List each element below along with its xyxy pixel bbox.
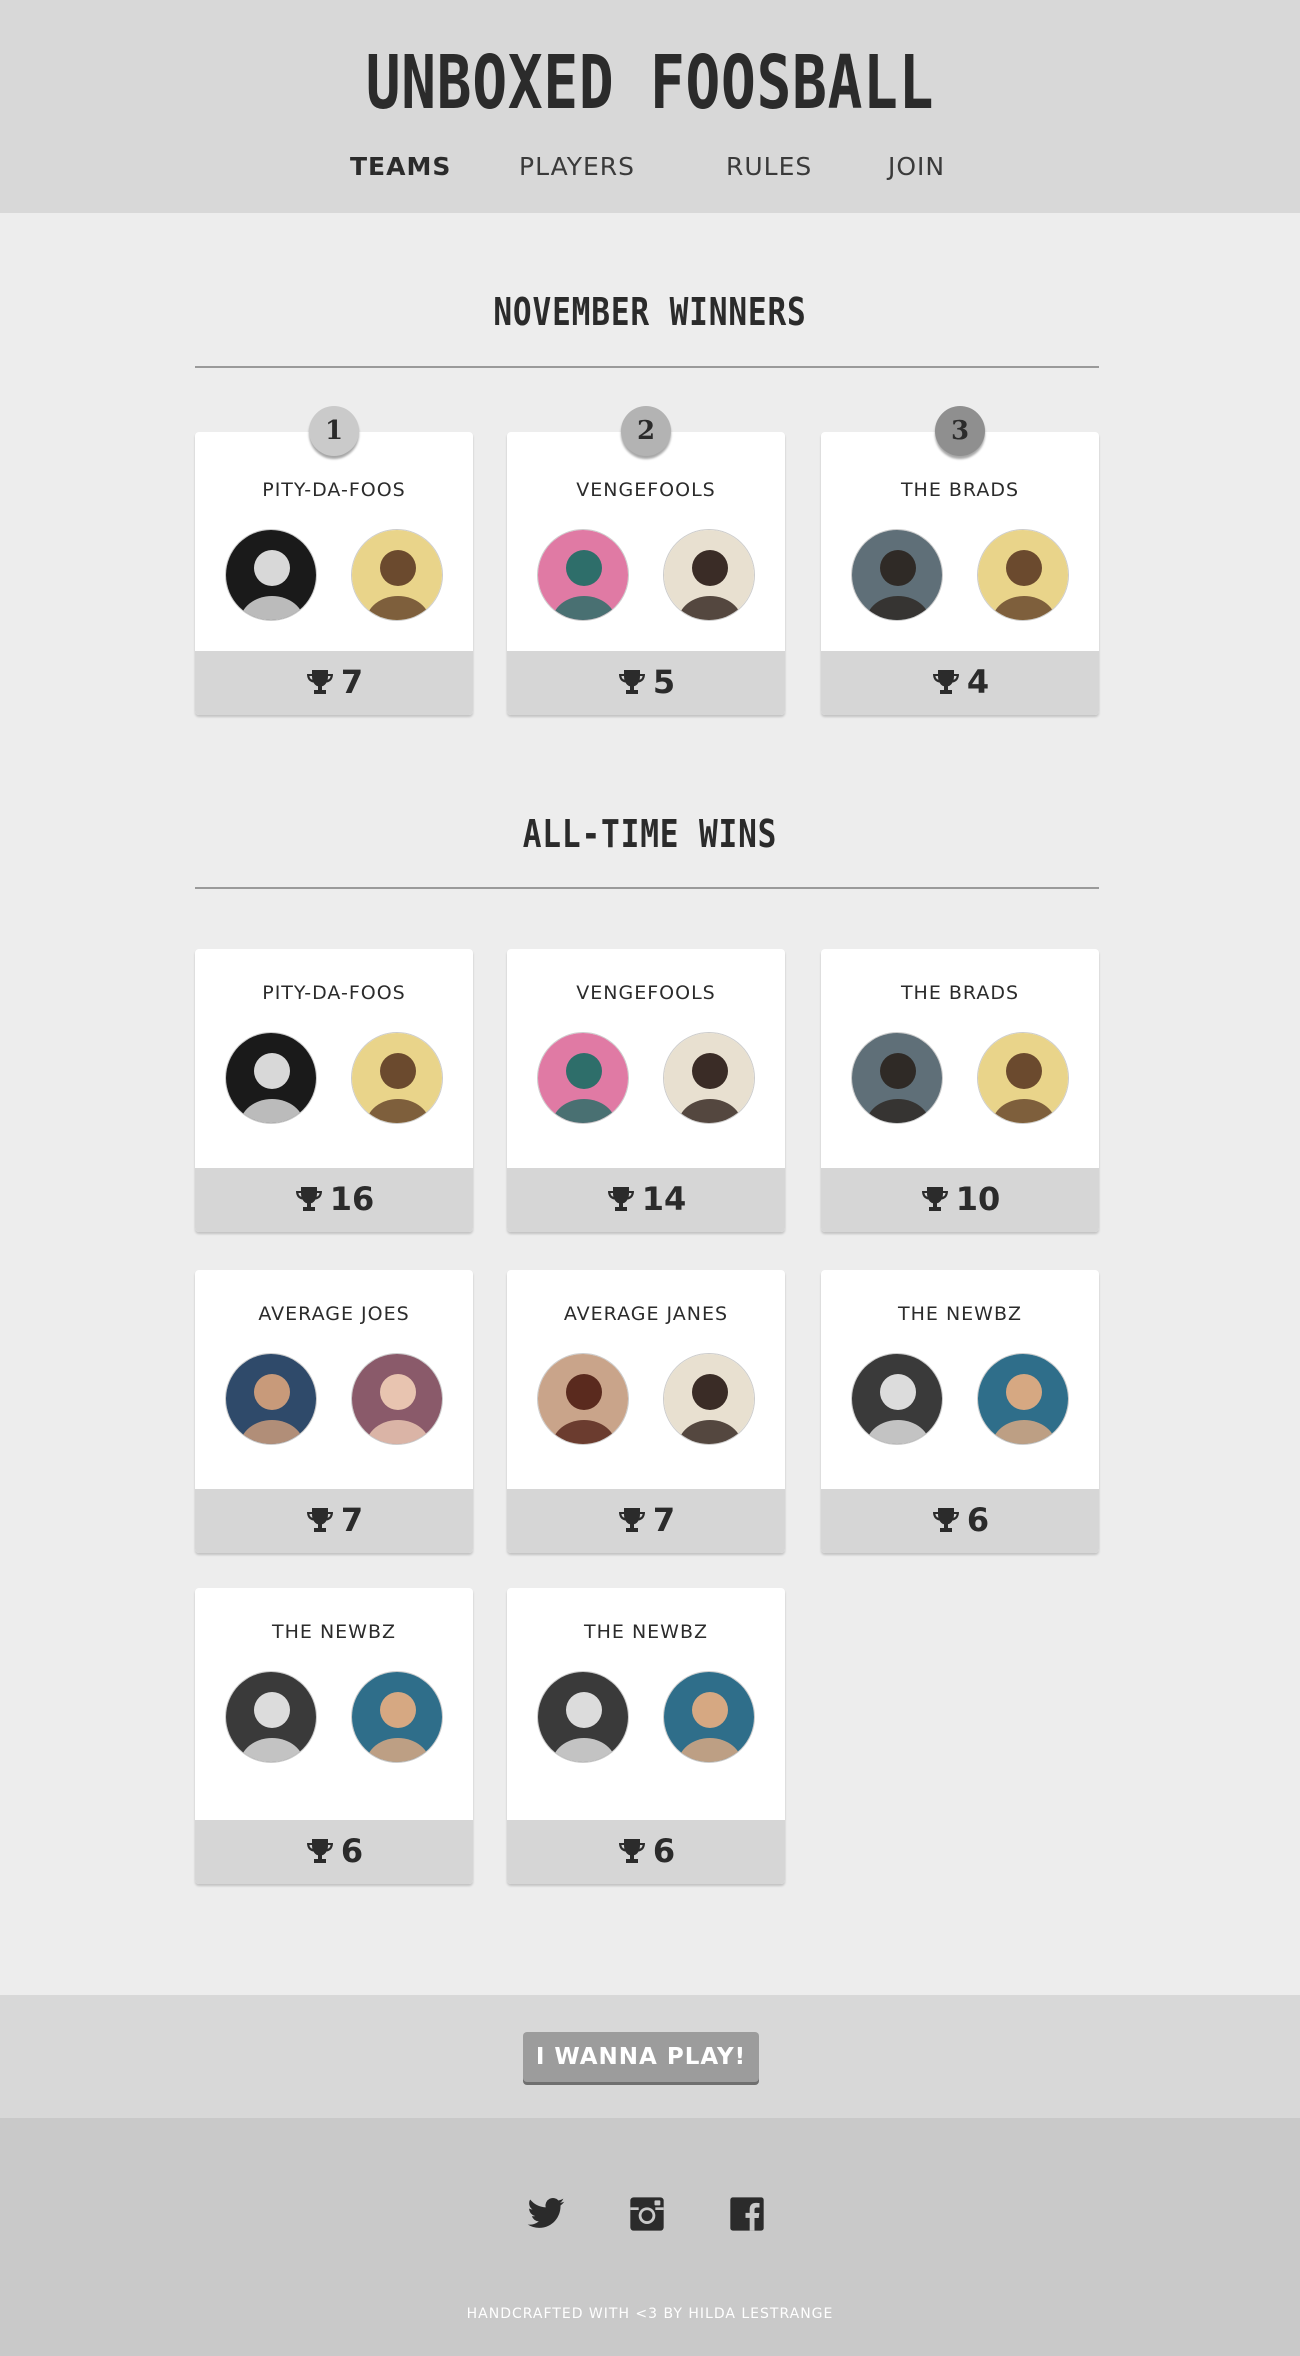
facebook-icon[interactable] (727, 2194, 767, 2234)
avatar[interactable] (351, 1032, 443, 1124)
team-card[interactable]: 3 THE BRADS 4 (821, 406, 1099, 715)
win-count-bar: 14 (507, 1168, 785, 1232)
win-count: 10 (955, 1180, 1001, 1218)
avatar[interactable] (663, 1032, 755, 1124)
win-count: 4 (966, 663, 990, 701)
site-title: UNBOXED FOOSBALL (365, 40, 935, 126)
avatar[interactable] (977, 529, 1069, 621)
team-name: THE NEWBZ (584, 1621, 708, 1643)
win-count-bar: 4 (821, 651, 1099, 715)
join-play-button[interactable]: I WANNA PLAY! (523, 2032, 759, 2082)
win-count-bar: 6 (195, 1820, 473, 1884)
team-card[interactable]: THE NEWBZ 6 (507, 1588, 785, 1884)
trophy-icon (306, 670, 333, 694)
team-name: PITY-DA-FOOS (262, 982, 406, 1004)
team-card[interactable]: 1 PITY-DA-FOOS 7 (195, 406, 473, 715)
nav-rules[interactable]: RULES (726, 152, 812, 181)
win-count: 6 (966, 1501, 990, 1539)
avatar[interactable] (663, 1671, 755, 1763)
team-card[interactable]: PITY-DA-FOOS 16 (195, 949, 473, 1232)
avatar[interactable] (351, 1671, 443, 1763)
avatar[interactable] (351, 529, 443, 621)
monthly-section-title: NOVEMBER WINNERS (493, 290, 807, 334)
team-name: THE NEWBZ (898, 1303, 1022, 1325)
avatar[interactable] (225, 1353, 317, 1445)
win-count: 7 (652, 1501, 676, 1539)
avatar[interactable] (225, 1671, 317, 1763)
avatar[interactable] (537, 1671, 629, 1763)
team-card[interactable]: THE NEWBZ 6 (195, 1588, 473, 1884)
avatar[interactable] (851, 1353, 943, 1445)
section-divider (195, 366, 1099, 368)
avatar[interactable] (663, 1353, 755, 1445)
trophy-icon (306, 1508, 333, 1532)
trophy-icon (932, 1508, 959, 1532)
avatar[interactable] (851, 529, 943, 621)
trophy-icon (607, 1187, 634, 1211)
avatar[interactable] (537, 1032, 629, 1124)
team-name: AVERAGE JANES (563, 1303, 729, 1325)
rank-badge: 1 (309, 406, 359, 456)
win-count-bar: 10 (821, 1168, 1099, 1232)
win-count-bar: 7 (195, 1489, 473, 1553)
cta-band: I WANNA PLAY! (0, 1995, 1300, 2118)
team-name: AVERAGE JOES (258, 1303, 410, 1325)
section-divider (195, 887, 1099, 889)
trophy-icon (306, 1839, 333, 1863)
nav-join[interactable]: JOIN (888, 152, 945, 181)
avatar[interactable] (225, 529, 317, 621)
main-nav: TEAMS PLAYERS RULES JOIN (0, 152, 1300, 192)
win-count: 5 (652, 663, 676, 701)
nav-teams[interactable]: TEAMS (350, 152, 451, 181)
win-count: 6 (652, 1832, 676, 1870)
twitter-icon[interactable] (526, 2194, 566, 2234)
team-card[interactable]: AVERAGE JOES 7 (195, 1270, 473, 1553)
instagram-icon[interactable] (627, 2194, 667, 2234)
win-count-bar: 16 (195, 1168, 473, 1232)
win-count: 14 (641, 1180, 687, 1218)
trophy-icon (932, 670, 959, 694)
win-count-bar: 7 (195, 651, 473, 715)
avatar[interactable] (351, 1353, 443, 1445)
avatar[interactable] (977, 1353, 1069, 1445)
site-header: UNBOXED FOOSBALL TEAMS PLAYERS RULES JOI… (0, 0, 1300, 213)
team-name: VENGEFOOLS (576, 479, 716, 501)
win-count-bar: 6 (507, 1820, 785, 1884)
avatar[interactable] (225, 1032, 317, 1124)
win-count-bar: 5 (507, 651, 785, 715)
rank-badge: 3 (935, 406, 985, 456)
nav-players[interactable]: PLAYERS (519, 152, 635, 181)
avatar[interactable] (537, 529, 629, 621)
team-card[interactable]: THE BRADS 10 (821, 949, 1099, 1232)
avatar[interactable] (537, 1353, 629, 1445)
team-name: PITY-DA-FOOS (262, 479, 406, 501)
trophy-icon (618, 1839, 645, 1863)
team-name: THE NEWBZ (272, 1621, 396, 1643)
footer-credit: HANDCRAFTED WITH <3 BY HILDA LESTRANGE (466, 2306, 834, 2322)
avatar[interactable] (977, 1032, 1069, 1124)
win-count: 16 (329, 1180, 375, 1218)
alltime-section-title: ALL-TIME WINS (522, 812, 778, 856)
win-count-bar: 6 (821, 1489, 1099, 1553)
trophy-icon (618, 1508, 645, 1532)
trophy-icon (295, 1187, 322, 1211)
avatar[interactable] (663, 529, 755, 621)
team-card[interactable]: AVERAGE JANES 7 (507, 1270, 785, 1553)
team-name: THE BRADS (900, 479, 1020, 501)
team-card[interactable]: THE NEWBZ 6 (821, 1270, 1099, 1553)
trophy-icon (921, 1187, 948, 1211)
team-card[interactable]: VENGEFOOLS 14 (507, 949, 785, 1232)
team-card[interactable]: 2 VENGEFOOLS 5 (507, 406, 785, 715)
win-count: 6 (340, 1832, 364, 1870)
team-name: VENGEFOOLS (576, 982, 716, 1004)
avatar[interactable] (851, 1032, 943, 1124)
win-count: 7 (340, 663, 364, 701)
rank-badge: 2 (621, 406, 671, 456)
win-count-bar: 7 (507, 1489, 785, 1553)
win-count: 7 (340, 1501, 364, 1539)
team-name: THE BRADS (900, 982, 1020, 1004)
site-footer: HANDCRAFTED WITH <3 BY HILDA LESTRANGE (0, 2118, 1300, 2356)
trophy-icon (618, 670, 645, 694)
